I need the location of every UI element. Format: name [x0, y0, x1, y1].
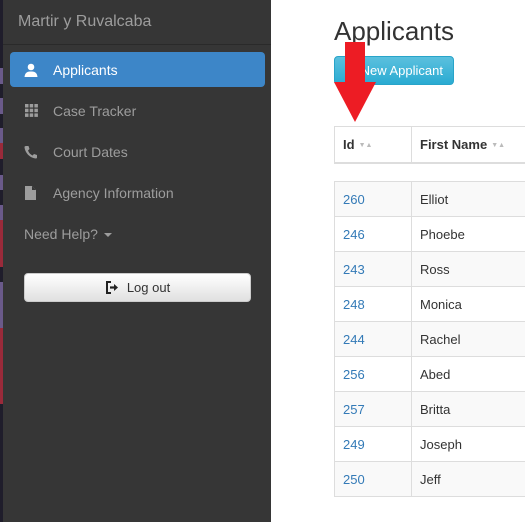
new-applicant-button[interactable]: + New Applicant [334, 56, 454, 85]
cell-first-name: Britta [411, 391, 525, 427]
cell-id: 260 [334, 181, 412, 217]
need-help-label: Need Help? [24, 226, 98, 242]
logout-button[interactable]: Log out [24, 273, 251, 302]
cell-id: 243 [334, 251, 412, 287]
cell-first-name: Abed [411, 356, 525, 392]
cell-id: 248 [334, 286, 412, 322]
sidebar-item-court-dates[interactable]: Court Dates [10, 134, 265, 169]
sort-icon: ▼▲ [358, 141, 373, 149]
sidebar-item-case-tracker[interactable]: Case Tracker [10, 93, 265, 128]
cell-id: 246 [334, 216, 412, 252]
need-help-dropdown[interactable]: Need Help? [24, 226, 112, 242]
sidebar-item-agency-information[interactable]: Agency Information [10, 175, 265, 210]
caret-down-icon [103, 233, 112, 238]
sidebar-item-label: Case Tracker [53, 102, 137, 119]
table-row: 248 Monica [334, 286, 525, 322]
applicant-id-link[interactable]: 248 [343, 297, 365, 312]
cell-id: 244 [334, 321, 412, 357]
cell-first-name: Ross [411, 251, 525, 287]
table-row: 244 Rachel [334, 321, 525, 357]
applicant-id-link[interactable]: 243 [343, 262, 365, 277]
table-row: 260 Elliot [334, 181, 525, 217]
cell-first-name: Joseph [411, 426, 525, 462]
main-content: Applicants + New Applicant Id ▼▲ First Na… [271, 0, 525, 522]
brand-title[interactable]: Martir y Ruvalcaba [18, 13, 151, 31]
applicant-id-link[interactable]: 260 [343, 192, 365, 207]
table-row: 256 Abed [334, 356, 525, 392]
user-icon [23, 62, 39, 78]
phone-icon [23, 144, 39, 160]
table-row: 246 Phoebe [334, 216, 525, 252]
cell-first-name: Phoebe [411, 216, 525, 252]
page-title: Applicants [334, 16, 454, 46]
file-icon [23, 185, 39, 201]
sidebar: Martir y Ruvalcaba Applicants Case Track… [3, 0, 271, 522]
applicant-id-link[interactable]: 249 [343, 437, 365, 452]
divider [3, 44, 271, 45]
cell-first-name: Monica [411, 286, 525, 322]
sidebar-item-applicants[interactable]: Applicants [10, 52, 265, 87]
sidebar-item-label: Court Dates [53, 143, 128, 160]
cell-id: 250 [334, 461, 412, 497]
applicants-table: 260 Elliot 246 Phoebe 243 Ross 248 Monica 244 Rac… [334, 181, 525, 497]
cell-first-name: Rachel [411, 321, 525, 357]
sort-icon: ▼▲ [491, 141, 506, 149]
cell-first-name: Elliot [411, 181, 525, 217]
cell-id: 249 [334, 426, 412, 462]
table-row: 243 Ross [334, 251, 525, 287]
applicant-id-link[interactable]: 250 [343, 472, 365, 487]
new-applicant-label: New Applicant [360, 63, 443, 78]
plus-icon: + [347, 63, 355, 78]
applicant-id-link[interactable]: 256 [343, 367, 365, 382]
column-header-first-name[interactable]: First Name ▼▲ [411, 126, 525, 164]
cell-first-name: Jeff [411, 461, 525, 497]
logout-icon [105, 281, 119, 294]
table-row: 250 Jeff [334, 461, 525, 497]
grid-icon [23, 103, 39, 119]
applicant-id-link[interactable]: 257 [343, 402, 365, 417]
applicant-id-link[interactable]: 246 [343, 227, 365, 242]
sidebar-item-label: Applicants [53, 61, 118, 78]
sidebar-item-label: Agency Information [53, 184, 174, 201]
cell-id: 256 [334, 356, 412, 392]
table-row: 249 Joseph [334, 426, 525, 462]
table-row: 257 Britta [334, 391, 525, 427]
logout-label: Log out [126, 280, 171, 295]
applicant-id-link[interactable]: 244 [343, 332, 365, 347]
cell-id: 257 [334, 391, 412, 427]
table-header: Id ▼▲ First Name ▼▲ [334, 126, 525, 164]
column-header-id[interactable]: Id ▼▲ [334, 126, 412, 164]
